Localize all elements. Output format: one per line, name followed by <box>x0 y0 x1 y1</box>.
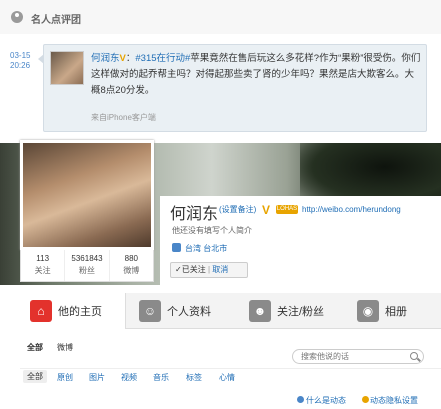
user-icon <box>11 11 23 23</box>
tab-home[interactable]: ⌂ 他的主页 <box>20 293 126 329</box>
type-filter-original[interactable]: 原创 <box>57 372 73 383</box>
what-is-feed-link[interactable]: 什么是动态 <box>306 395 346 406</box>
type-filter-all[interactable]: 全部 <box>23 370 47 383</box>
stat-posts[interactable]: 880 微博 <box>110 250 153 281</box>
unfollow-button[interactable]: 取消 <box>212 265 228 274</box>
comment-avatar[interactable] <box>50 51 84 85</box>
profile-description: 他还没有填写个人简介 <box>172 226 252 235</box>
verified-icon: V <box>262 203 271 217</box>
follow-status-button: ✓已关注 | 取消 <box>170 262 248 278</box>
tab-label: 相册 <box>385 306 407 318</box>
comment-date: 03-15 <box>10 51 31 60</box>
camera-icon: ◉ <box>357 300 379 322</box>
comment-source[interactable]: 来自iPhone客户端 <box>91 112 156 123</box>
comment-colon: ： <box>125 53 136 64</box>
type-filter-image[interactable]: 图片 <box>89 372 105 383</box>
stat-value: 880 <box>124 254 138 263</box>
comment-time: 03-15 20:26 <box>10 51 30 71</box>
tab-label: 关注/粉丝 <box>277 306 325 318</box>
stat-value: 5361843 <box>71 254 103 263</box>
org-badge[interactable]: LOHAS <box>276 205 298 214</box>
stat-label: 关注 <box>34 266 51 275</box>
filter-all[interactable]: 全部 <box>27 342 43 353</box>
stat-following[interactable]: 113 关注 <box>21 250 66 281</box>
location-icon <box>172 243 181 252</box>
stat-value: 113 <box>36 254 50 263</box>
followed-label: ✓已关注 <box>175 265 206 274</box>
tab-follow[interactable]: ☻ 关注/粉丝 <box>245 293 324 329</box>
person-icon: ☺ <box>139 300 161 322</box>
tab-album[interactable]: ◉ 相册 <box>353 293 407 329</box>
stat-label: 微博 <box>123 266 140 275</box>
profile-location[interactable]: 台湾 台北市 <box>185 243 227 254</box>
type-filter-music[interactable]: 音乐 <box>153 372 169 383</box>
tab-profile-info[interactable]: ☺ 个人资料 <box>135 293 211 329</box>
lock-icon <box>362 396 369 403</box>
stat-followers[interactable]: 5361843 粉丝 <box>65 250 110 281</box>
hashtag-link[interactable]: #315在行动# <box>135 53 190 64</box>
feed-privacy-link[interactable]: 动态隐私设置 <box>370 395 418 406</box>
tab-label: 个人资料 <box>167 306 211 318</box>
help-icon <box>297 396 304 403</box>
profile-avatar[interactable] <box>20 140 154 250</box>
set-remark-link[interactable]: (设置备注) <box>219 204 256 215</box>
type-filter-tag[interactable]: 标签 <box>186 372 202 383</box>
search-input[interactable] <box>292 349 424 364</box>
comment-clock: 20:26 <box>10 61 31 70</box>
banner-shade <box>300 143 441 203</box>
profile-url[interactable]: http://weibo.com/herundong <box>302 205 401 214</box>
profile-name: 何润东 <box>170 206 219 223</box>
type-filter-video[interactable]: 视频 <box>121 372 137 383</box>
stat-label: 粉丝 <box>78 266 95 275</box>
comment-text: 何润东V：#315在行动#苹果竟然在售后玩这么多花样?作为“果粉”很受伤。你们这… <box>91 51 421 99</box>
section-header: 名人点评团 <box>0 0 441 34</box>
search-icon[interactable] <box>410 352 418 360</box>
home-icon: ⌂ <box>30 300 52 322</box>
follow-separator: | <box>207 265 211 274</box>
people-icon: ☻ <box>249 300 271 322</box>
profile-stats: 113 关注 5361843 粉丝 880 微博 <box>20 250 154 282</box>
filter-weibo[interactable]: 微博 <box>57 342 73 353</box>
comment-author[interactable]: 何润东 <box>91 53 120 64</box>
type-filter-mood[interactable]: 心情 <box>219 372 235 383</box>
section-title: 名人点评团 <box>31 15 81 26</box>
tab-label: 他的主页 <box>58 306 102 318</box>
